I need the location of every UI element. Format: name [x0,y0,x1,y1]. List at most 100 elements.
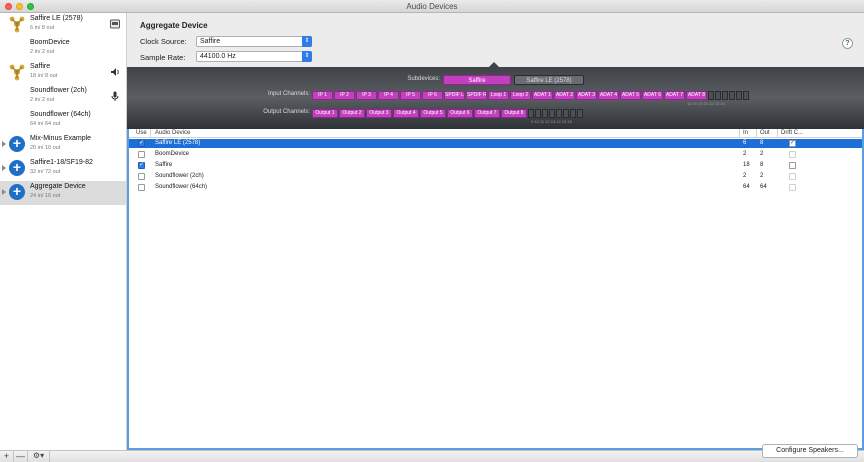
input-count-cell: 2 [743,173,747,179]
sample-rate-label: Sample Rate: [140,53,186,62]
subdevice-saffire-tab[interactable]: Saffire [443,75,511,85]
disclosure-triangle-icon[interactable] [2,165,6,171]
sidebar-bottom-bar: + — ⚙▾ [0,450,864,462]
sample-rate-select[interactable]: 44100.0 Hz ⇕ [196,51,312,62]
sidebar-device-item[interactable]: + Saffire1-18/SF19-82 32 in/ 72 out [0,157,126,181]
device-panel: Aggregate Device Clock Source: Saffire ⇕… [127,13,864,450]
sidebar-device-item[interactable]: Soundflower (2ch) 2 in/ 2 out [0,85,126,109]
channel-chip: ADAT 2 [554,91,575,100]
channel-chip: IP 1 [312,91,333,100]
channel-chip: Output 8 [501,109,527,118]
subdevice-table: Use Audio Device In Out Drift C... ✓ Saff… [127,129,864,450]
header-out[interactable]: Out [760,130,770,136]
empty-channel-slot [736,91,742,100]
channel-chip: ADAT 4 [598,91,619,100]
channel-chip: Output 1 [312,109,338,118]
sidebar-device-item[interactable]: Saffire 18 in/ 8 out [0,61,126,85]
header-in[interactable]: In [743,130,748,136]
clock-source-label: Clock Source: [140,37,187,46]
help-button[interactable]: ? [842,38,853,49]
header-drift-correction[interactable]: Drift C... [781,130,803,136]
aggregate-device-icon: + [9,184,25,200]
output-count-cell: 8 [760,140,764,146]
table-row[interactable]: ✓ Saffire 18 8 [129,161,862,170]
input-channel-ticks: 18 19 20 21 22 23 24 [687,101,725,106]
empty-channel-slot [563,109,569,118]
device-channels: 64 in/ 64 out [30,121,61,127]
sample-rate-value: 44100.0 Hz [200,53,236,60]
table-row[interactable]: BoomDevice 2 2 [129,150,862,159]
configure-speakers-button[interactable]: Configure Speakers... [762,444,858,458]
sidebar-device-item[interactable]: Soundflower (64ch) 64 in/ 64 out [0,109,126,133]
clock-source-select[interactable]: Saffire ⇕ [196,36,312,47]
output-count-cell: 2 [760,151,764,157]
empty-channel-slot [722,91,728,100]
input-count-cell: 6 [743,140,747,146]
empty-channel-slot [556,109,562,118]
input-count-cell: 2 [743,151,747,157]
device-channels: 2 in/ 2 out [30,49,55,55]
header-use[interactable]: Use [136,130,147,136]
channel-chip: IP 3 [356,91,377,100]
gear-menu-icon[interactable]: ⚙▾ [28,451,50,462]
finder-icon [110,19,120,29]
sidebar-device-item[interactable]: + Mix-Minus Example 20 in/ 10 out [0,133,126,157]
title-bar[interactable]: Audio Devices [0,0,864,13]
use-checkbox[interactable] [138,151,145,158]
channel-chip: ADAT 8 [686,91,707,100]
channel-chip: Output 3 [366,109,392,118]
header-audio-device[interactable]: Audio Device [155,130,190,136]
table-row[interactable]: Soundflower (2ch) 2 2 [129,172,862,181]
sidebar-device-item[interactable]: + Aggregate Device 24 in/ 16 out [0,181,126,205]
drift-correction-checkbox [789,173,796,180]
device-name: Mix-Minus Example [30,135,92,142]
use-checkbox[interactable] [138,173,145,180]
device-name: Saffire1-18/SF19-82 [30,159,93,166]
empty-channel-slot [549,109,555,118]
output-count-cell: 8 [760,162,764,168]
remove-device-button[interactable]: — [14,451,28,462]
table-row[interactable]: ✓ Saffire LE (2578) 6 8 ✓ [129,139,862,148]
device-channels: 32 in/ 72 out [30,169,61,175]
channel-chip: IP 2 [334,91,355,100]
device-name: Saffire [30,63,51,70]
empty-channel-slot [577,109,583,118]
use-checkbox[interactable]: ✓ [138,140,145,147]
drift-correction-checkbox[interactable] [789,162,796,169]
channel-chip: Output 7 [474,109,500,118]
subdevice-saffire-le-tab[interactable]: Saffire LE (2578) [514,75,584,85]
output-channels-label: Output Channels: [263,109,310,115]
channel-chip: Output 5 [420,109,446,118]
input-count-cell: 64 [743,184,750,190]
input-count-cell: 18 [743,162,750,168]
empty-channel-slot [715,91,721,100]
device-sidebar: Saffire LE (2578) 6 in/ 8 out BoomDevice 2 … [0,13,127,450]
channel-chip: ADAT 1 [532,91,553,100]
device-channels: 2 in/ 2 out [30,97,55,103]
device-name: Soundflower (2ch) [30,87,87,94]
device-channels: 24 in/ 16 out [30,193,61,199]
sidebar-device-item[interactable]: Saffire LE (2578) 6 in/ 8 out [0,13,126,37]
chevron-updown-icon: ⇕ [302,36,312,47]
chevron-updown-icon: ⇕ [302,51,312,62]
drift-correction-checkbox[interactable]: ✓ [789,140,796,147]
aggregate-device-icon: + [9,136,25,152]
disclosure-triangle-icon[interactable] [2,141,6,147]
device-name-cell: Saffire [155,162,173,168]
column-separator [756,129,757,138]
channel-chip: Output 4 [393,109,419,118]
device-name-cell: Saffire LE (2578) [155,140,201,146]
use-checkbox[interactable]: ✓ [138,162,145,169]
add-device-button[interactable]: + [0,451,14,462]
microphone-icon [110,91,120,101]
empty-channel-slot [535,109,541,118]
sidebar-device-item[interactable]: BoomDevice 2 in/ 2 out [0,37,126,61]
speaker-icon [110,67,120,77]
disclosure-triangle-icon[interactable] [2,189,6,195]
device-name: Soundflower (64ch) [30,111,91,118]
use-checkbox[interactable] [138,184,145,191]
device-name-cell: Soundflower (64ch) [155,184,208,190]
table-row[interactable]: Soundflower (64ch) 64 64 [129,183,862,192]
input-channels-label: Input Channels: [267,91,310,97]
drift-correction-checkbox [789,151,796,158]
